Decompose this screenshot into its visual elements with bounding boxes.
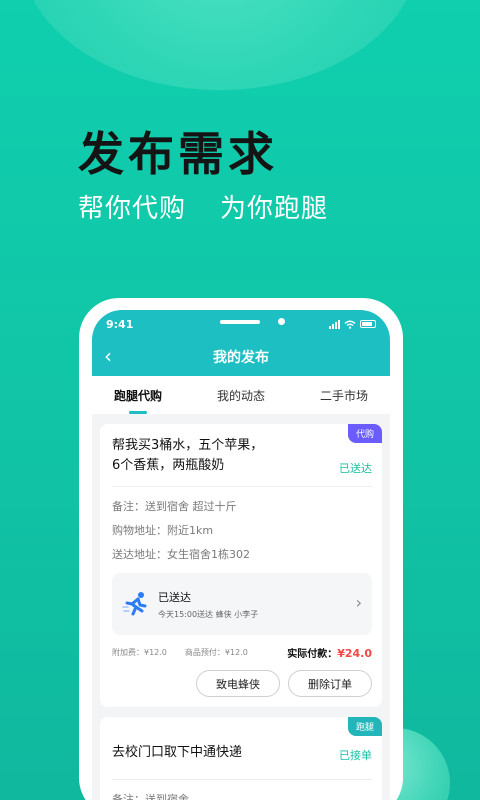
signal-icon [329, 319, 340, 329]
runner-icon [122, 592, 147, 616]
back-icon[interactable]: ‹ [104, 344, 112, 368]
title-row: ‹ 我的发布 [92, 338, 390, 376]
wifi-icon [344, 320, 356, 329]
delete-order-button[interactable]: 删除订单 [288, 670, 372, 697]
order-type-badge: 跑腿 [347, 717, 382, 736]
divider [112, 486, 372, 487]
order-deliver-address: 送达地址：女生宿舍1栋302 [112, 548, 250, 561]
order-note: 备注：送到宿舍 [112, 793, 189, 800]
delivery-detail: 今天15:00送达 蜂侠 小李子 [158, 609, 259, 619]
paid-amount: ¥24.0 [337, 647, 372, 660]
order-actions: 致电蜂侠 删除订单 [112, 670, 372, 697]
status-time: 9:41 [106, 317, 134, 331]
prepaid-fee: 商品预付：¥12.0 [184, 648, 248, 657]
phone-mockup: 9:41 ‹ 我的发布 跑腿代购 我的动态 二手市场 代购 帮我买3桶水，五个苹… [79, 298, 403, 800]
order-status: 已送达 [339, 462, 372, 475]
call-courier-button[interactable]: 致电蜂侠 [196, 670, 280, 697]
delivery-title: 已送达 [158, 590, 191, 604]
hero-sub-left: 帮你代购 [78, 194, 187, 224]
chevron-right-icon: › [355, 593, 362, 612]
order-buy-address: 购物地址：附近1km [112, 524, 214, 537]
tab-errand-purchase[interactable]: 跑腿代购 [114, 387, 162, 414]
tab-my-updates[interactable]: 我的动态 [217, 387, 265, 404]
status-bar: 9:41 [92, 310, 390, 338]
divider [112, 779, 372, 780]
battery-icon [360, 320, 376, 328]
order-header: 帮我买3桶水，五个苹果， 6个香蕉，两瓶酸奶 已送达 [112, 436, 372, 476]
order-card[interactable]: 代购 帮我买3桶水，五个苹果， 6个香蕉，两瓶酸奶 已送达 备注：送到宿舍 超过… [100, 424, 382, 707]
order-card[interactable]: 跑腿 去校门口取下中通快递 已接单 备注：送到宿舍 [100, 717, 382, 800]
order-title-line2: 6个香蕉，两瓶酸奶 [112, 458, 225, 473]
order-title: 帮我买3桶水，五个苹果， 6个香蕉，两瓶酸奶 [112, 436, 263, 476]
camera-dot [278, 318, 285, 325]
page-title: 我的发布 [213, 350, 269, 366]
phone-screen: 9:41 ‹ 我的发布 跑腿代购 我的动态 二手市场 代购 帮我买3桶水，五个苹… [92, 310, 390, 800]
fee-row: 附加费：¥12.0 商品预付：¥12.0 实际付款：¥24.0 [112, 645, 372, 660]
status-icons [329, 319, 376, 329]
order-note: 备注：送到宿舍 超过十斤 [112, 500, 237, 513]
order-header: 去校门口取下中通快递 已接单 [112, 743, 372, 763]
extra-fee: 附加费：¥12.0 [112, 648, 167, 657]
order-type-badge: 代购 [347, 424, 382, 443]
delivery-text: 已送达 今天15:00送达 蜂侠 小李子 [158, 589, 258, 620]
order-title: 去校门口取下中通快递 [112, 745, 243, 760]
paid-total: 实际付款：¥24.0 [287, 645, 372, 660]
hero-headline: 发布需求 [78, 127, 278, 181]
paid-label: 实际付款： [287, 649, 338, 660]
order-title-line1: 帮我买3桶水，五个苹果， [112, 438, 264, 453]
app-bar: 9:41 ‹ 我的发布 [92, 310, 390, 376]
speaker-notch [220, 320, 260, 324]
decorative-circle-top [20, 0, 420, 90]
tab-bar: 跑腿代购 我的动态 二手市场 [92, 376, 390, 414]
order-status: 已接单 [339, 749, 372, 762]
tab-second-hand[interactable]: 二手市场 [320, 387, 368, 404]
hero-sub-right: 为你跑腿 [220, 194, 329, 224]
hero-subline: 帮你代购 为你跑腿 [78, 188, 328, 225]
delivery-status-panel[interactable]: 已送达 今天15:00送达 蜂侠 小李子 › [112, 573, 372, 635]
